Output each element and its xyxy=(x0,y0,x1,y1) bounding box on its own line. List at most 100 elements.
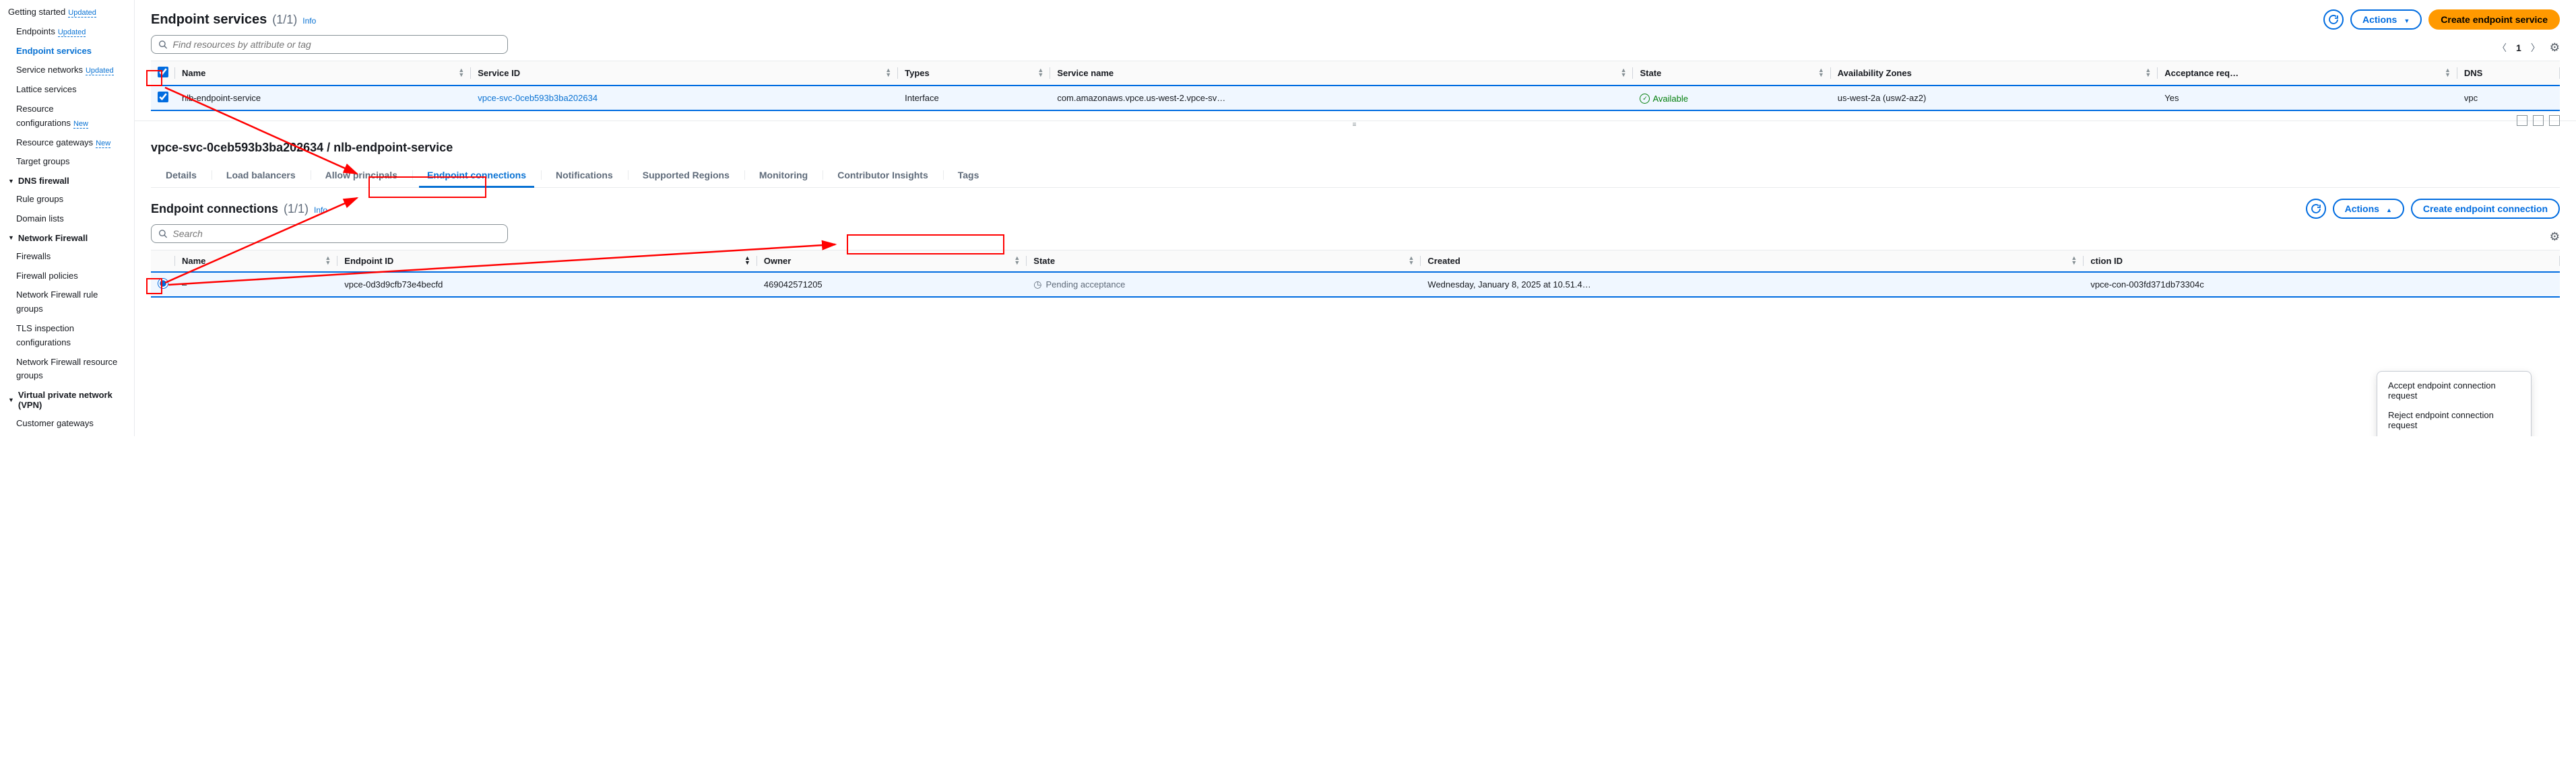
search-input[interactable] xyxy=(172,39,501,50)
layout-full-icon[interactable] xyxy=(2549,115,2560,126)
refresh-icon[interactable] xyxy=(2323,9,2344,30)
sidebar-item-firewall-policies[interactable]: Firewall policies xyxy=(0,267,134,286)
pane-view-toggles xyxy=(2517,115,2560,126)
sidebar-section-header[interactable]: Virtual private network (VPN) xyxy=(0,386,134,414)
refresh-icon[interactable] xyxy=(2306,199,2326,219)
tab-allow-principals[interactable]: Allow principals xyxy=(311,163,412,187)
create-endpoint-connection-button[interactable]: Create endpoint connection xyxy=(2411,199,2560,219)
badge-new: New xyxy=(96,139,110,148)
col-connection-id[interactable]: ction ID xyxy=(2090,256,2123,266)
sidebar-item-target-groups[interactable]: Target groups xyxy=(0,152,134,172)
col-endpoint-id[interactable]: Endpoint ID xyxy=(344,256,393,266)
sidebar-item-getting-started[interactable]: Getting startedUpdated xyxy=(0,3,134,22)
search-input-wrapper[interactable] xyxy=(151,35,508,54)
sidebar-item-network-firewall-rule-groups[interactable]: Network Firewall rule groups xyxy=(0,285,134,319)
sort-icon[interactable] xyxy=(1818,68,1824,77)
tab-load-balancers[interactable]: Load balancers xyxy=(212,163,311,187)
tab-supported-regions[interactable]: Supported Regions xyxy=(628,163,744,187)
sidebar-item-resource-gateways[interactable]: Resource gatewaysNew xyxy=(0,133,134,153)
layout-side-icon[interactable] xyxy=(2533,115,2544,126)
info-link[interactable]: Info xyxy=(314,205,327,215)
col-types[interactable]: Types xyxy=(905,68,930,78)
main-content: Endpoint services (1/1) Info Actions Cre… xyxy=(135,0,2576,436)
tab-contributor-insights[interactable]: Contributor Insights xyxy=(823,163,943,187)
endpoint-services-title: Endpoint services xyxy=(151,12,267,28)
sort-icon[interactable] xyxy=(1409,256,1415,265)
sidebar-section-header[interactable]: DNS firewall xyxy=(0,172,134,190)
tab-notifications[interactable]: Notifications xyxy=(541,163,628,187)
col-acceptance[interactable]: Acceptance req… xyxy=(2164,68,2239,78)
connections-search-input[interactable] xyxy=(172,228,501,239)
cell-endpoint-id: vpce-0d3d9cfb73e4becfd xyxy=(337,272,757,297)
table-row[interactable]: nlb-endpoint-service vpce-svc-0ceb593b3b… xyxy=(151,86,2560,110)
cell-state-pending: Pending acceptance xyxy=(1033,279,1125,290)
sort-icon[interactable] xyxy=(1621,68,1627,77)
sort-icon[interactable] xyxy=(2445,68,2451,77)
col-state[interactable]: State xyxy=(1033,256,1055,266)
col-service-id[interactable]: Service ID xyxy=(478,68,520,78)
sidebar-item-service-networks[interactable]: Service networksUpdated xyxy=(0,61,134,80)
sidebar-item-customer-gateways[interactable]: Customer gateways xyxy=(0,414,134,434)
tab-endpoint-connections[interactable]: Endpoint connections xyxy=(412,163,541,187)
row-checkbox[interactable] xyxy=(158,92,168,102)
menu-manage-tags[interactable]: Manage tags xyxy=(2377,435,2531,436)
cell-service-id-link[interactable]: vpce-svc-0ceb593b3ba202634 xyxy=(478,93,598,103)
sort-icon[interactable] xyxy=(2071,256,2077,265)
col-service-name[interactable]: Service name xyxy=(1057,68,1114,78)
row-radio[interactable] xyxy=(158,278,168,289)
prev-page-icon[interactable]: 〈 xyxy=(2494,41,2509,55)
sidebar-item-domain-lists[interactable]: Domain lists xyxy=(0,209,134,229)
detail-tabs: DetailsLoad balancersAllow principalsEnd… xyxy=(151,163,2560,188)
cell-created: Wednesday, January 8, 2025 at 10.51.4… xyxy=(1421,272,2084,297)
actions-dropdown[interactable]: Actions xyxy=(2350,9,2422,30)
page-number: 1 xyxy=(2516,42,2521,53)
sort-icon[interactable] xyxy=(1014,256,1020,265)
tab-details[interactable]: Details xyxy=(151,163,212,187)
search-icon xyxy=(158,229,167,238)
create-endpoint-service-button[interactable]: Create endpoint service xyxy=(2428,9,2560,30)
sidebar-section-header[interactable]: Network Firewall xyxy=(0,229,134,247)
col-dns[interactable]: DNS xyxy=(2464,68,2482,78)
col-name[interactable]: Name xyxy=(182,256,205,266)
col-az[interactable]: Availability Zones xyxy=(1838,68,1912,78)
endpoint-connections-table: Name Endpoint ID Owner State Created cti… xyxy=(151,250,2560,298)
settings-gear-icon[interactable]: ⚙ xyxy=(2550,41,2560,55)
tab-tags[interactable]: Tags xyxy=(943,163,994,187)
sidebar-item-lattice-services[interactable]: Lattice services xyxy=(0,80,134,100)
split-handle[interactable] xyxy=(135,121,2576,129)
menu-reject-connection[interactable]: Reject endpoint connection request xyxy=(2377,405,2531,435)
sidebar-item-resource-configurations[interactable]: Resource configurationsNew xyxy=(0,100,134,133)
connections-actions-dropdown[interactable]: Actions xyxy=(2333,199,2404,219)
table-row[interactable]: – vpce-0d3d9cfb73e4becfd 469042571205 Pe… xyxy=(151,272,2560,297)
sidebar-item-tls-inspection-configurations[interactable]: TLS inspection configurations xyxy=(0,319,134,353)
col-state[interactable]: State xyxy=(1640,68,1661,78)
sort-icon[interactable] xyxy=(885,68,891,77)
tab-monitoring[interactable]: Monitoring xyxy=(744,163,823,187)
next-page-icon[interactable]: 〉 xyxy=(2528,41,2543,55)
badge-updated: Updated xyxy=(86,67,114,75)
menu-accept-connection[interactable]: Accept endpoint connection request xyxy=(2377,376,2531,405)
settings-gear-icon[interactable]: ⚙ xyxy=(2550,230,2560,244)
select-all-checkbox[interactable] xyxy=(158,67,168,77)
sidebar-item-endpoints[interactable]: EndpointsUpdated xyxy=(0,22,134,42)
sidebar-item-network-firewall-resource-groups[interactable]: Network Firewall resource groups xyxy=(0,353,134,386)
badge-new: New xyxy=(73,120,88,129)
sort-icon[interactable] xyxy=(2145,68,2151,77)
sort-icon[interactable] xyxy=(458,68,464,77)
connections-title: Endpoint connections xyxy=(151,202,278,216)
col-created[interactable]: Created xyxy=(1427,256,1460,266)
sort-icon[interactable] xyxy=(744,256,750,265)
layout-bottom-icon[interactable] xyxy=(2517,115,2527,126)
sidebar-item-rule-groups[interactable]: Rule groups xyxy=(0,190,134,209)
info-link[interactable]: Info xyxy=(302,16,316,26)
col-owner[interactable]: Owner xyxy=(764,256,791,266)
col-name[interactable]: Name xyxy=(182,68,205,78)
cell-name: – xyxy=(175,272,337,297)
sidebar-item-endpoint-services[interactable]: Endpoint services xyxy=(0,42,134,61)
sort-icon[interactable] xyxy=(325,256,331,265)
sort-icon[interactable] xyxy=(1037,68,1043,77)
connections-search-wrapper[interactable] xyxy=(151,224,508,243)
cell-acceptance: Yes xyxy=(2158,86,2457,110)
sidebar-item-firewalls[interactable]: Firewalls xyxy=(0,247,134,267)
cell-types: Interface xyxy=(898,86,1050,110)
